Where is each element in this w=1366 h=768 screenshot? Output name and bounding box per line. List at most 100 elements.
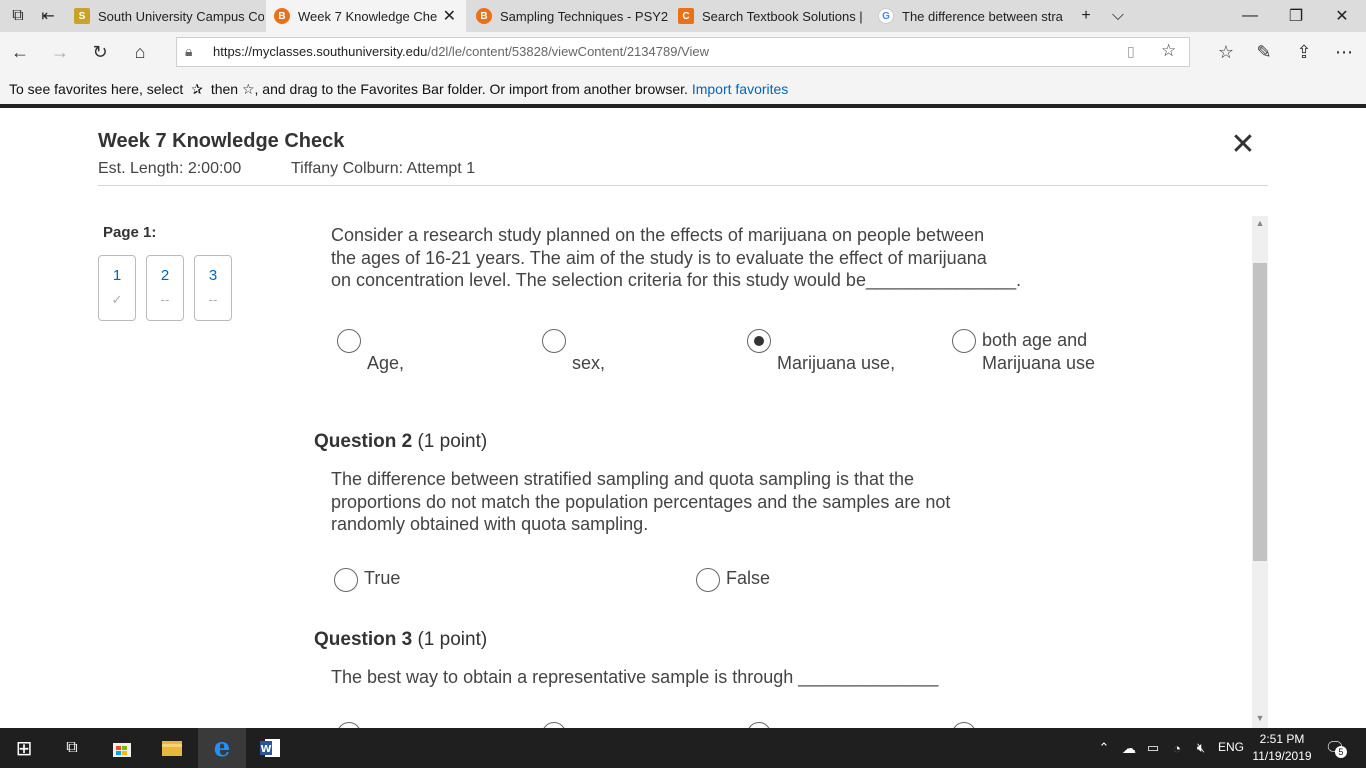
question-nav-number: 3: [208, 267, 218, 284]
q1-option-age[interactable]: Age,: [367, 352, 404, 375]
q1-radio-both[interactable]: [952, 329, 976, 353]
question-points: (1 point): [417, 629, 488, 650]
clock-time: 2:51 PM: [1259, 732, 1305, 746]
question-text-line: The difference between stratified sampli…: [331, 469, 915, 489]
forward-icon[interactable]: →: [44, 36, 76, 68]
question-text-line: The best way to obtain a representative …: [331, 667, 939, 687]
page-top-border: [0, 104, 1366, 108]
new-tab-icon[interactable]: +: [1068, 0, 1104, 32]
scroll-down-icon[interactable]: ▼: [1252, 713, 1268, 727]
wifi-icon[interactable]: ◔: [1166, 728, 1188, 768]
set-aside-tabs-icon[interactable]: ⇤: [30, 0, 66, 32]
add-favorite-star-icon[interactable]: ☆: [1161, 41, 1176, 61]
favorites-hub-icon[interactable]: ☆: [1210, 36, 1242, 68]
clock[interactable]: 2:51 PM 11/19/2019: [1246, 731, 1318, 765]
file-explorer-icon[interactable]: [148, 728, 196, 768]
unanswered-status: --: [208, 292, 218, 307]
q1-radio-age[interactable]: [337, 329, 361, 353]
import-favorites-link[interactable]: Import favorites: [692, 81, 788, 97]
battery-icon[interactable]: ▭: [1142, 728, 1164, 768]
tab-title: The difference between stra: [902, 8, 1063, 24]
q1-radio-sex[interactable]: [542, 329, 566, 353]
tab-title: Week 7 Knowledge Che: [298, 8, 438, 24]
question-2-heading: Question 2 (1 point): [314, 431, 487, 453]
q2-option-false[interactable]: False: [726, 567, 770, 590]
home-icon[interactable]: ⌂: [124, 36, 156, 68]
address-bar[interactable]: 🔒︎ https://myclasses.southuniversity.edu…: [176, 37, 1190, 67]
url-text: https://myclasses.southuniversity.edu/d2…: [213, 44, 709, 59]
brightspace-favicon-icon: B: [476, 8, 492, 24]
back-icon[interactable]: ←: [4, 36, 36, 68]
tab-title: South University Campus Co: [98, 8, 264, 24]
scrollbar-thumb[interactable]: [1253, 263, 1267, 561]
onedrive-cloud-icon[interactable]: ☁: [1118, 728, 1140, 768]
question-1-text: Consider a research study planned on the…: [331, 224, 1021, 292]
q1-option-both[interactable]: both age and Marijuana use: [982, 329, 1095, 374]
question-nav-number: 2: [160, 267, 170, 284]
question-3-heading: Question 3 (1 point): [314, 629, 487, 651]
q2-option-true[interactable]: True: [364, 567, 400, 590]
question-label: Question 2: [314, 431, 413, 452]
refresh-icon[interactable]: ↻: [84, 36, 116, 68]
windows-start-icon[interactable]: ⊞: [0, 728, 48, 768]
q1-option-sex[interactable]: sex,: [572, 352, 605, 375]
share-icon[interactable]: ⇪: [1288, 36, 1320, 68]
question-text-line: on concentration level. The selection cr…: [331, 270, 1022, 290]
question-3-text: The best way to obtain a representative …: [331, 666, 938, 689]
header-divider: [98, 185, 1268, 186]
favorites-list-icon: ✰: [191, 81, 203, 97]
south-university-favicon-icon: S: [74, 8, 90, 24]
edge-browser-icon[interactable]: e: [198, 728, 246, 768]
close-quiz-icon[interactable]: ✕: [1228, 130, 1258, 160]
reading-view-icon[interactable]: ▯: [1127, 43, 1135, 60]
answered-check-icon: ✓: [111, 292, 123, 307]
language-indicator[interactable]: ENG: [1218, 740, 1244, 754]
scroll-up-icon[interactable]: ▲: [1252, 218, 1268, 232]
tab-title: Sampling Techniques - PSY2: [500, 8, 668, 24]
lock-icon: 🔒︎: [185, 43, 193, 59]
restore-icon[interactable]: ❐: [1278, 0, 1314, 32]
option-line: both age and: [982, 330, 1088, 350]
q1-radio-marijuana-use[interactable]: [747, 329, 771, 353]
question-nav-number: 1: [112, 267, 122, 284]
question-text-line: the ages of 16-21 years. The aim of the …: [331, 247, 987, 268]
task-view-icon[interactable]: ⧉: [48, 728, 96, 768]
show-hidden-icons-icon[interactable]: ⌃: [1094, 728, 1114, 768]
store-icon[interactable]: [98, 728, 146, 768]
action-center-icon[interactable]: 🗨︎5: [1320, 728, 1350, 768]
question-points: (1 point): [417, 431, 488, 452]
more-icon[interactable]: ⋯: [1328, 36, 1360, 68]
tab-sampling-techniques[interactable]: B Sampling Techniques - PSY2: [468, 0, 668, 32]
tab-textbook-solutions[interactable]: C Search Textbook Solutions |: [670, 0, 870, 32]
word-icon[interactable]: W: [246, 728, 294, 768]
q1-option-marijuana-use[interactable]: Marijuana use,: [777, 352, 895, 375]
question-text-line: Consider a research study planned on the…: [331, 225, 985, 245]
question-2-text: The difference between stratified sampli…: [331, 468, 950, 536]
tab-preview-chevron-icon[interactable]: ⌵: [1100, 0, 1136, 32]
question-nav-1[interactable]: 1 ✓: [98, 255, 136, 321]
tab-google-search[interactable]: G The difference between stra: [870, 0, 1070, 32]
browser-tab-strip: ⧉ ⇤ S South University Campus Co B Week …: [0, 0, 1366, 32]
minimize-icon[interactable]: —: [1232, 0, 1268, 32]
close-window-icon[interactable]: ✕: [1324, 0, 1360, 32]
favorites-hint-text-2: then ☆, and drag to the Favorites Bar fo…: [210, 81, 688, 97]
option-line: Marijuana use: [982, 352, 1096, 373]
tab-title: Search Textbook Solutions |: [702, 8, 863, 24]
volume-muted-icon[interactable]: 🔇︎: [1190, 728, 1212, 768]
question-nav-2[interactable]: 2 --: [146, 255, 184, 321]
favorites-bar: To see favorites here, select ✰ then ☆, …: [0, 72, 1366, 105]
q2-radio-false[interactable]: [696, 568, 720, 592]
estimated-length: Est. Length: 2:00:00: [98, 160, 242, 177]
question-nav-3[interactable]: 3 --: [194, 255, 232, 321]
brightspace-favicon-icon: B: [274, 8, 290, 24]
question-text-line: proportions do not match the population …: [331, 491, 951, 512]
quiz-title: Week 7 Knowledge Check: [98, 130, 345, 152]
chegg-favicon-icon: C: [678, 8, 694, 24]
close-tab-icon[interactable]: ✕: [443, 6, 456, 26]
svg-text:W: W: [260, 744, 271, 755]
notification-count-badge: 5: [1334, 746, 1347, 758]
tab-south-university[interactable]: S South University Campus Co: [66, 0, 264, 32]
tab-week7-knowledge-check[interactable]: B Week 7 Knowledge Che ✕: [266, 0, 466, 32]
pen-icon[interactable]: ✎: [1248, 36, 1280, 68]
q2-radio-true[interactable]: [334, 568, 358, 592]
